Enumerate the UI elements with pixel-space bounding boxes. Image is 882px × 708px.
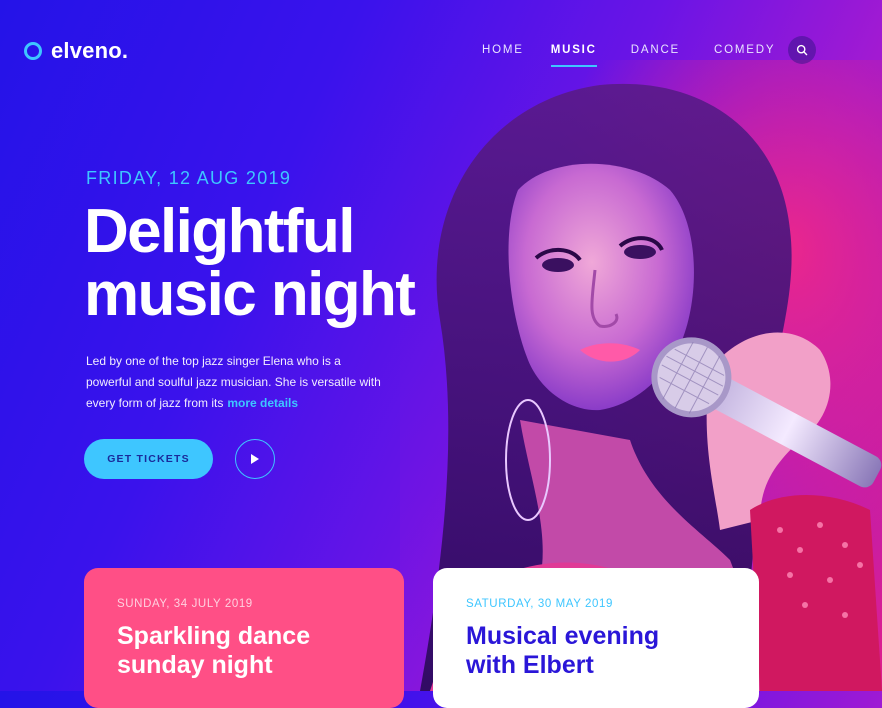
more-details-link[interactable]: more details bbox=[227, 396, 298, 410]
event-card[interactable]: SATURDAY, 30 MAY 2019 Musical evening wi… bbox=[433, 568, 759, 708]
card-title: Musical evening with Elbert bbox=[466, 622, 727, 680]
play-button[interactable] bbox=[235, 439, 275, 479]
main-nav: HOME MUSIC DANCE COMEDY bbox=[482, 44, 775, 67]
hero-description: Led by one of the top jazz singer Elena … bbox=[86, 351, 386, 414]
card-date: SUNDAY, 34 JULY 2019 bbox=[117, 598, 253, 610]
event-card[interactable]: SUNDAY, 34 JULY 2019 Sparkling dance sun… bbox=[84, 568, 404, 708]
logo[interactable]: elveno. bbox=[24, 38, 128, 64]
nav-item-music[interactable]: MUSIC bbox=[550, 44, 597, 67]
card-title-line-2: sunday night bbox=[117, 651, 273, 679]
search-icon bbox=[796, 44, 808, 56]
hero-title-line-1: Delightful bbox=[84, 197, 355, 266]
nav-item-dance[interactable]: DANCE bbox=[631, 44, 680, 56]
hero-title-line-2: music night bbox=[84, 260, 416, 329]
card-title-line-2: with Elbert bbox=[466, 651, 594, 679]
logo-ring-icon bbox=[24, 42, 42, 60]
nav-item-home[interactable]: HOME bbox=[482, 44, 524, 56]
nav-item-comedy[interactable]: COMEDY bbox=[714, 44, 775, 56]
event-date: FRIDAY, 12 AUG 2019 bbox=[86, 168, 292, 188]
card-title-line-1: Musical evening bbox=[466, 622, 660, 650]
get-tickets-button[interactable]: GET TICKETS bbox=[84, 439, 213, 479]
hero-title: Delightful music night bbox=[84, 197, 416, 329]
play-icon bbox=[251, 454, 259, 464]
card-date: SATURDAY, 30 MAY 2019 bbox=[466, 598, 614, 610]
search-button[interactable] bbox=[788, 36, 816, 64]
card-title: Sparkling dance sunday night bbox=[117, 622, 372, 680]
card-title-line-1: Sparkling dance bbox=[117, 622, 311, 650]
brand-name: elveno. bbox=[51, 38, 129, 63]
